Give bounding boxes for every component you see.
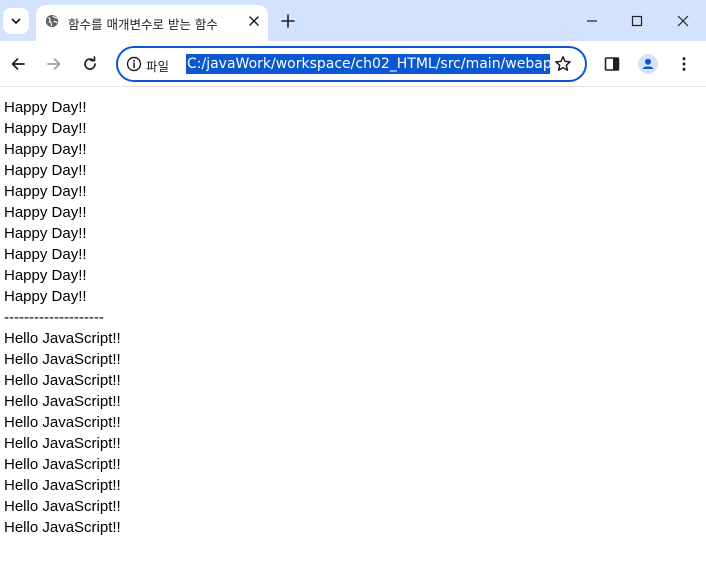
back-arrow-icon bbox=[11, 58, 25, 70]
tab-strip: 함수를 매개변수로 받는 함수 bbox=[0, 0, 706, 41]
close-icon bbox=[249, 16, 259, 26]
output-line-happy: Happy Day!! bbox=[4, 162, 87, 179]
window-maximize-button[interactable] bbox=[625, 9, 649, 33]
file-scheme-label[interactable]: 파일 bbox=[146, 56, 169, 75]
output-line-hello: Hello JavaScript!! bbox=[4, 414, 121, 431]
back-button[interactable] bbox=[7, 53, 29, 75]
tab-close-button[interactable] bbox=[246, 13, 262, 29]
output-line-hello: Hello JavaScript!! bbox=[4, 456, 121, 473]
forward-arrow-icon bbox=[47, 58, 61, 70]
output-line-happy: Happy Day!! bbox=[4, 141, 87, 158]
maximize-icon bbox=[631, 15, 643, 27]
output-line-happy: Happy Day!! bbox=[4, 225, 87, 242]
output-line-happy: Happy Day!! bbox=[4, 246, 87, 263]
plus-icon bbox=[281, 14, 295, 28]
window-close-button[interactable] bbox=[671, 9, 695, 33]
output-line-hello: Hello JavaScript!! bbox=[4, 351, 121, 368]
forward-button[interactable] bbox=[43, 53, 65, 75]
browser-menu-button[interactable] bbox=[673, 53, 695, 75]
page-content: Happy Day!! Happy Day!! Happy Day!! Happ… bbox=[4, 97, 121, 538]
info-icon[interactable] bbox=[126, 56, 142, 72]
new-tab-button[interactable] bbox=[278, 11, 298, 31]
star-icon[interactable] bbox=[554, 55, 572, 73]
url-text[interactable]: C:/javaWork/workspace/ch02_HTML/src/main… bbox=[186, 54, 550, 74]
output-line-hello: Hello JavaScript!! bbox=[4, 519, 121, 536]
output-line-happy: Happy Day!! bbox=[4, 183, 87, 200]
output-line-happy: Happy Day!! bbox=[4, 120, 87, 137]
browser-toolbar: 파일 C:/javaWork/workspace/ch02_HTML/src/m… bbox=[0, 41, 706, 87]
output-line-hello: Hello JavaScript!! bbox=[4, 477, 121, 494]
output-line-hello: Hello JavaScript!! bbox=[4, 330, 121, 347]
output-line-hello: Hello JavaScript!! bbox=[4, 393, 121, 410]
output-line-hello: Hello JavaScript!! bbox=[4, 435, 121, 452]
kebab-menu-icon bbox=[682, 57, 686, 71]
output-line-hello: Hello JavaScript!! bbox=[4, 372, 121, 389]
close-icon bbox=[677, 15, 689, 27]
chevron-down-icon bbox=[11, 18, 21, 24]
output-line-happy: Happy Day!! bbox=[4, 267, 87, 284]
tab-title: 함수를 매개변수로 받는 함수 bbox=[68, 17, 218, 32]
globe-icon bbox=[45, 14, 59, 28]
separator-line: -------------------- bbox=[4, 309, 104, 326]
tab-search-button[interactable] bbox=[3, 8, 29, 34]
output-line-happy: Happy Day!! bbox=[4, 99, 87, 116]
minimize-icon bbox=[587, 20, 597, 22]
side-panel-button[interactable] bbox=[601, 53, 623, 75]
browser-tab-active[interactable]: 함수를 매개변수로 받는 함수 bbox=[36, 5, 268, 41]
window-minimize-button[interactable] bbox=[580, 9, 604, 33]
output-line-happy: Happy Day!! bbox=[4, 204, 87, 221]
reload-button[interactable] bbox=[79, 53, 101, 75]
profile-button[interactable] bbox=[637, 53, 659, 75]
reload-icon bbox=[84, 56, 96, 70]
side-panel-icon bbox=[604, 57, 620, 71]
output-line-hello: Hello JavaScript!! bbox=[4, 498, 121, 515]
profile-icon bbox=[638, 54, 658, 74]
address-bar[interactable]: 파일 C:/javaWork/workspace/ch02_HTML/src/m… bbox=[116, 46, 587, 82]
output-line-happy: Happy Day!! bbox=[4, 288, 87, 305]
